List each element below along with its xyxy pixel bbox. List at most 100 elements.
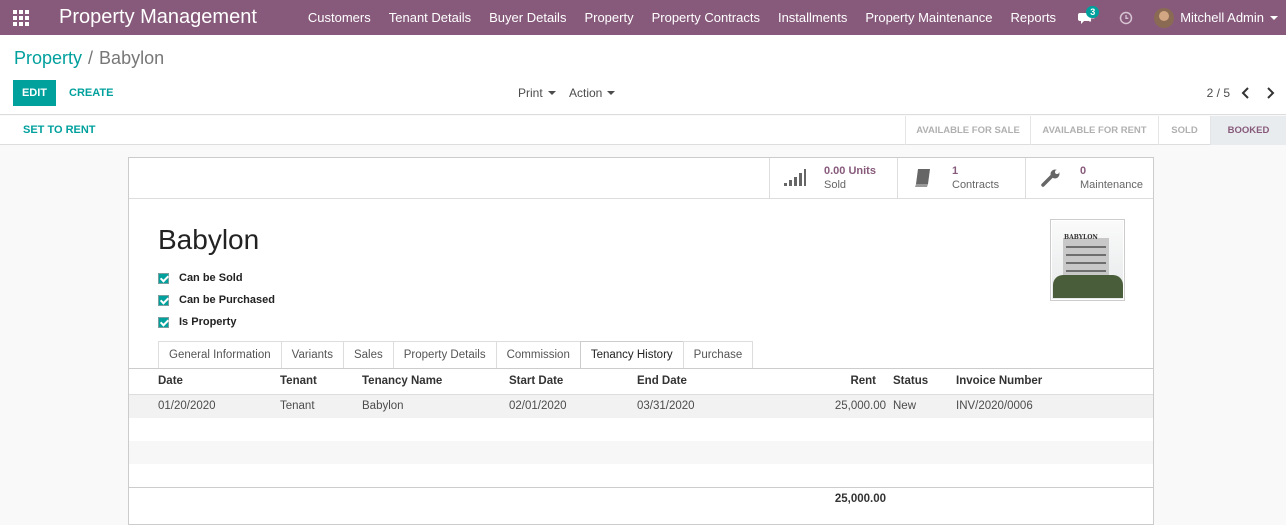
is-property-label: Is Property: [179, 316, 237, 328]
table-footer: 25,000.00: [129, 487, 1153, 511]
stage-available-for-sale[interactable]: AVAILABLE FOR SALE: [905, 116, 1030, 145]
set-to-rent-button[interactable]: SET TO RENT: [23, 116, 96, 145]
chat-button[interactable]: 3: [1066, 0, 1106, 35]
top-navbar: Property Management Customers Tenant Det…: [0, 0, 1286, 35]
clock-icon: [1119, 11, 1133, 24]
building-logo-text: BABYLON: [1064, 234, 1098, 241]
main-menu: Customers Tenant Details Buyer Details P…: [299, 0, 1113, 35]
status-header: SET TO RENT AVAILABLE FOR SALE AVAILABLE…: [0, 116, 1286, 145]
sold-label: Sold: [824, 179, 847, 191]
can-be-sold-checkbox[interactable]: [158, 272, 169, 284]
can-be-purchased-checkbox[interactable]: [158, 294, 169, 306]
notebook-tabs: General Information Variants Sales Prope…: [158, 341, 754, 369]
maintenance-value: 0: [1080, 165, 1087, 177]
flags-checkboxes: Can be Sold Can be Purchased Is Property: [158, 267, 275, 333]
tab-variants[interactable]: Variants: [280, 341, 344, 368]
signal-bars-icon: [782, 167, 808, 189]
column-header-rent[interactable]: Rent: [776, 369, 876, 395]
tab-property-details[interactable]: Property Details: [392, 341, 497, 368]
can-be-purchased-label: Can be Purchased: [179, 294, 275, 306]
menu-item-customers[interactable]: Customers: [299, 0, 380, 35]
sold-value: 0.00 Units: [824, 165, 876, 177]
column-header-tenant[interactable]: Tenant: [280, 369, 317, 395]
contracts-value: 1: [952, 165, 959, 177]
stage-available-for-rent[interactable]: AVAILABLE FOR RENT: [1030, 116, 1158, 145]
record-title[interactable]: Babylon: [158, 224, 259, 256]
menu-item-property-contracts[interactable]: Property Contracts: [643, 0, 769, 35]
pager-previous-button[interactable]: [1236, 80, 1256, 106]
tab-purchase[interactable]: Purchase: [682, 341, 754, 368]
smart-button-box: 0.00 Units Sold 1 Contracts 0 Maintenance: [769, 158, 1153, 198]
window-row: [1066, 270, 1106, 272]
chevron-left-icon: [1241, 87, 1249, 99]
column-header-tenancy-name[interactable]: Tenancy Name: [362, 369, 442, 395]
print-dropdown[interactable]: Print: [518, 80, 556, 106]
table-row-empty: [129, 418, 1153, 441]
pager-next-button[interactable]: [1260, 80, 1280, 106]
table-row[interactable]: 01/20/2020 Tenant Babylon 02/01/2020 03/…: [129, 395, 1153, 418]
apps-menu-icon[interactable]: [0, 0, 42, 35]
cell-date: 01/20/2020: [158, 400, 216, 412]
cell-rent: 25,000.00: [834, 400, 886, 412]
menu-item-property-maintenance[interactable]: Property Maintenance: [856, 0, 1001, 35]
table-row-empty: [129, 464, 1153, 487]
window-row: [1066, 262, 1106, 264]
print-label: Print: [518, 86, 543, 100]
column-header-date[interactable]: Date: [158, 369, 183, 395]
tab-sales[interactable]: Sales: [342, 341, 394, 368]
user-menu[interactable]: Mitchell Admin: [1146, 0, 1286, 35]
book-icon: [910, 167, 936, 189]
menu-item-installments[interactable]: Installments: [769, 0, 856, 35]
chevron-down-icon: [1270, 15, 1278, 20]
tab-general-information[interactable]: General Information: [158, 341, 282, 368]
total-rent: 25,000.00: [834, 493, 886, 505]
stage-booked[interactable]: BOOKED: [1210, 116, 1286, 145]
cell-invoice-number: INV/2020/0006: [956, 400, 1033, 412]
systray: 3 Mitchell Admin: [1066, 0, 1286, 35]
column-header-invoice-number[interactable]: Invoice Number: [956, 369, 1042, 395]
activity-button[interactable]: [1106, 0, 1146, 35]
column-header-status[interactable]: Status: [893, 369, 928, 395]
cell-tenancy-name: Babylon: [362, 400, 404, 412]
app-title[interactable]: Property Management: [59, 6, 257, 29]
maintenance-label: Maintenance: [1080, 179, 1143, 191]
breadcrumb-parent-link[interactable]: Property: [14, 48, 82, 68]
tree-picture: [1053, 275, 1123, 298]
form-sheet: 0.00 Units Sold 1 Contracts 0 Maintenance B…: [128, 157, 1154, 525]
column-header-start-date[interactable]: Start Date: [509, 369, 563, 395]
pager-value[interactable]: 2 / 5: [1207, 80, 1230, 106]
menu-item-tenant-details[interactable]: Tenant Details: [380, 0, 480, 35]
is-property-checkbox[interactable]: [158, 316, 169, 328]
breadcrumb-current: Babylon: [99, 48, 165, 68]
divider: [129, 198, 1153, 199]
is-property-field: Is Property: [158, 311, 275, 333]
sold-stat-button[interactable]: 0.00 Units Sold: [769, 158, 897, 198]
can-be-sold-field: Can be Sold: [158, 267, 275, 289]
create-button[interactable]: CREATE: [69, 80, 113, 106]
menu-item-property[interactable]: Property: [575, 0, 642, 35]
contracts-label: Contracts: [952, 179, 1000, 191]
column-header-end-date[interactable]: End Date: [637, 369, 687, 395]
property-image[interactable]: BABYLON: [1050, 219, 1125, 301]
wrench-icon: [1038, 167, 1064, 189]
chat-badge: 3: [1086, 6, 1100, 18]
menu-item-reports[interactable]: Reports: [1002, 0, 1066, 35]
can-be-purchased-field: Can be Purchased: [158, 289, 275, 311]
table-row-empty: [129, 441, 1153, 464]
maintenance-stat-button[interactable]: 0 Maintenance: [1025, 158, 1153, 198]
contracts-stat-button[interactable]: 1 Contracts: [897, 158, 1025, 198]
tab-tenancy-history[interactable]: Tenancy History: [579, 341, 684, 369]
stage-sold[interactable]: SOLD: [1158, 116, 1210, 145]
action-dropdown[interactable]: Action: [569, 80, 616, 106]
user-name: Mitchell Admin: [1180, 10, 1264, 25]
breadcrumb-separator: /: [88, 48, 94, 68]
caret-down-icon: [607, 90, 616, 95]
table-header: Date Tenant Tenancy Name Start Date End …: [129, 369, 1153, 395]
tab-commission[interactable]: Commission: [495, 341, 581, 368]
cell-end-date: 03/31/2020: [637, 400, 695, 412]
edit-button[interactable]: EDIT: [13, 80, 56, 106]
breadcrumb: Property / Babylon: [14, 48, 164, 69]
avatar: [1154, 7, 1175, 28]
menu-item-buyer-details[interactable]: Buyer Details: [480, 0, 575, 35]
control-panel: Property / Babylon EDIT CREATE Print Actio…: [0, 35, 1286, 115]
